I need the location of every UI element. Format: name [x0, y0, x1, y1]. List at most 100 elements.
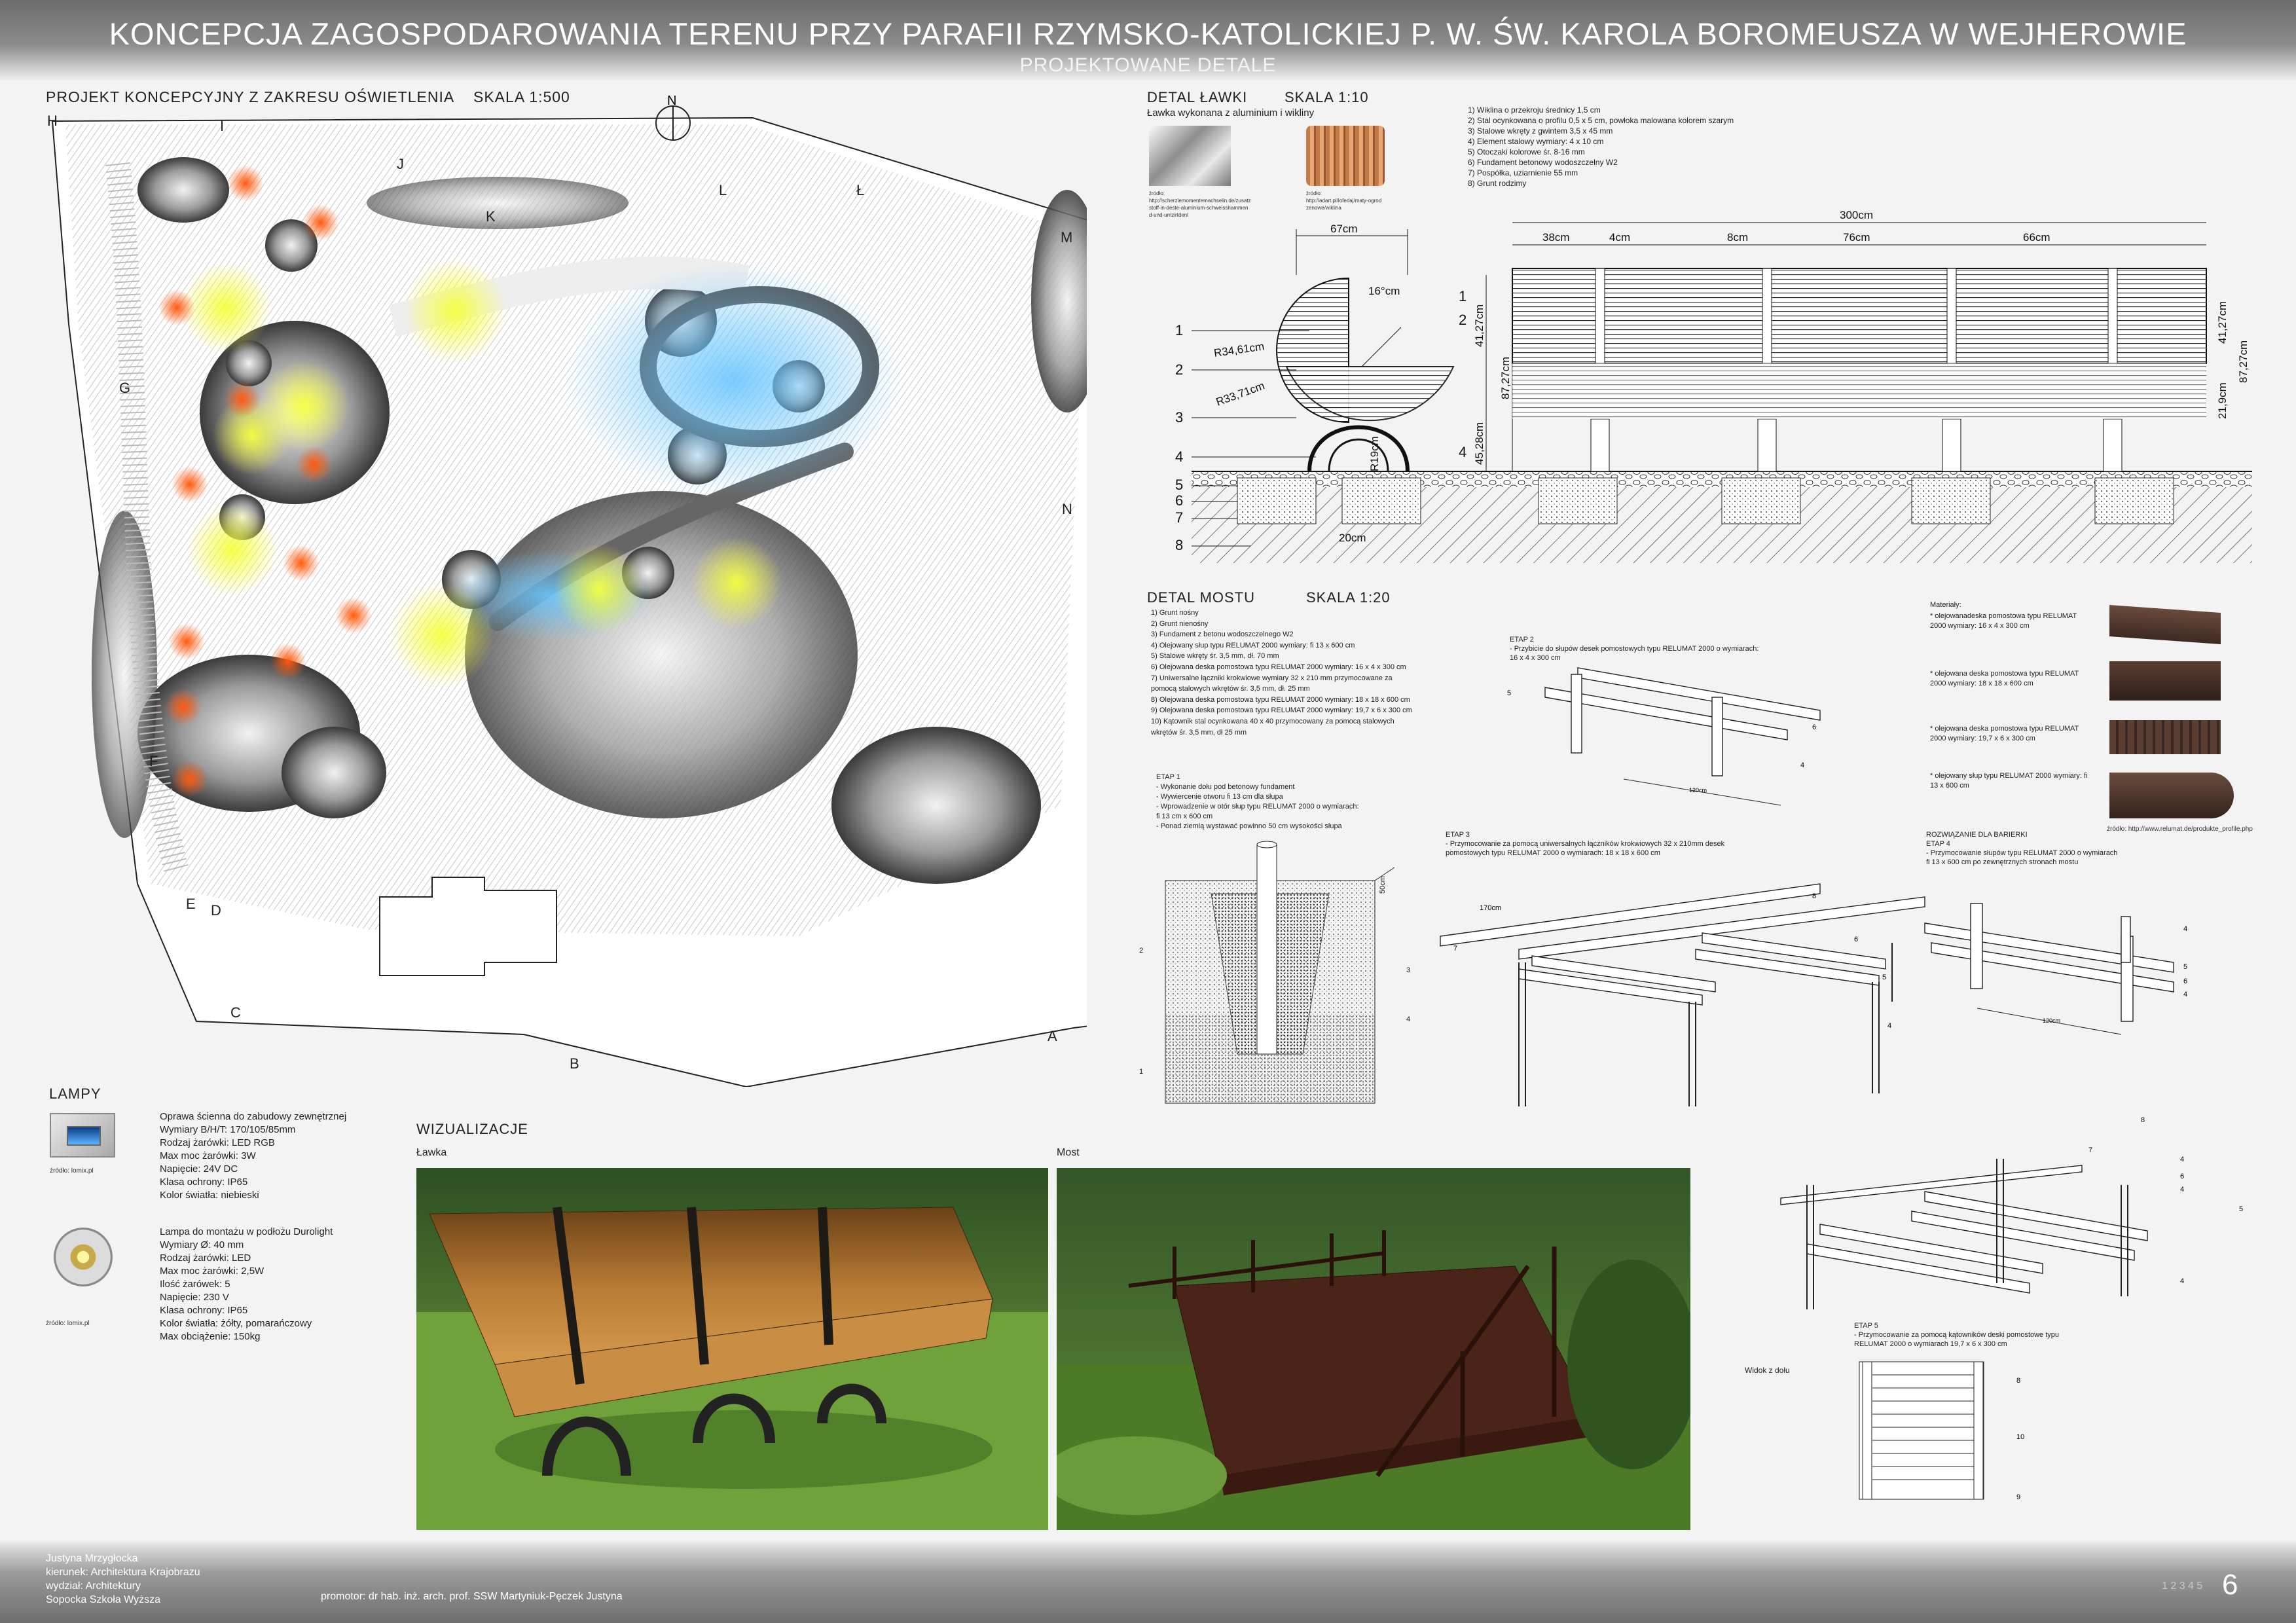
footer-banner: Justyna Mrzygłocka kierunek: Architektur… [0, 1540, 2296, 1623]
wall-lamp-image [50, 1113, 115, 1158]
lamp1-source: źródło: lomix.pl [50, 1167, 94, 1175]
bridge-callout: 4 [1406, 1015, 1410, 1023]
blue-light-icon [67, 1126, 101, 1146]
bench-viz-label: Ławka [416, 1147, 447, 1158]
bridge-callout: 9 [2016, 1493, 2020, 1501]
bridge-callout: 6 [1812, 723, 1816, 731]
bridge-callout: 3 [1406, 966, 1410, 974]
lamp-spec: Napięcie: 230 V [160, 1292, 229, 1303]
north-label: N [667, 94, 676, 108]
lamp-spec: Max moc żarówki: 2,5W [160, 1266, 264, 1277]
bridge-callout: 4 [1800, 761, 1804, 769]
dim-label: 87,27cm [1499, 357, 1512, 399]
bridge-callout: 10 [2016, 1433, 2024, 1441]
bench-note: 3) Stalowe wkręty z gwintem 3,5 x 45 mm [1468, 126, 1613, 136]
bridge-callout: 4 [2180, 1186, 2184, 1194]
bench-visualization-image [416, 1168, 1048, 1530]
bench-technical-drawing: 67cm 16°cm R34,61cm R33,71cm 41,27cm 87,… [1175, 209, 2252, 563]
plan-letter-b: B [570, 1055, 579, 1072]
bench-callout-3: 3 [1175, 409, 1183, 426]
bench-callout-2: 2 [1459, 312, 1467, 328]
bridge-callout: 1 [1139, 1068, 1143, 1076]
dim-label: 20cm [1339, 532, 1366, 544]
bridge-callout: 5 [1882, 974, 1886, 981]
lamp-spec: Ilość żarówek: 5 [160, 1279, 230, 1290]
bench-note: 7) Pospółka, uziarnienie 55 mm [1468, 168, 1578, 177]
bench-callout-7: 7 [1175, 509, 1183, 526]
dim-label: R33,71cm [1214, 379, 1266, 408]
dim-label: 41,27cm [1473, 304, 1485, 347]
ground-lamp-image [54, 1228, 113, 1286]
plan-letter-m: M [1061, 229, 1072, 246]
title-banner: KONCEPCJA ZAGOSPODAROWANIA TERENU PRZY P… [0, 0, 2296, 82]
bridge-callout: 6 [1854, 936, 1858, 943]
bridge-callout: 6 [2183, 977, 2187, 985]
wicker-sample-image [1306, 126, 1385, 186]
bench-detail-title: DETAL ŁAWKI [1147, 89, 1248, 105]
dim-label: 4cm [1609, 231, 1630, 244]
lamp-spec: Wymiary B/H/T: 170/105/85mm [160, 1124, 296, 1135]
bridge-callout: 4 [2183, 991, 2187, 998]
lamps-title: LAMPY [49, 1085, 101, 1102]
bench-notes-list: 1) Wiklina o przekroju średnicy 1,5 cm 2… [1468, 105, 1795, 189]
plan-letter-d: D [211, 902, 221, 919]
bridge-callout: 4 [2180, 1277, 2184, 1285]
bench-material-text: Ławka wykonana z aluminium i wikliny [1147, 107, 1315, 119]
page-subtitle: PROJEKTOWANE DETALE [1019, 54, 1277, 76]
bench-callout-4: 4 [1459, 444, 1467, 460]
plan-letter-j: J [397, 156, 404, 172]
plan-letter-f: F [149, 753, 158, 769]
bench-callout-1: 1 [1175, 322, 1183, 338]
material-line: * olejowanadeska pomostowa typu RELUMAT [1930, 612, 2077, 620]
bridge-callout: 5 [2183, 963, 2187, 971]
lamp-spec: Kolor światła: żółty, pomarańczowy [160, 1318, 312, 1329]
bridge-callout: 5 [2239, 1205, 2243, 1213]
bench-note: 1) Wiklina o przekroju średnicy 1,5 cm [1468, 105, 1601, 115]
dim-label: 41,27cm [2216, 301, 2229, 344]
dim-label: 16°cm [1368, 285, 1400, 297]
author-dept: wydział: Architektury [46, 1580, 141, 1592]
page-title: KONCEPCJA ZAGOSPODAROWANIA TERENU PRZY P… [109, 16, 2187, 51]
lamp2-name: Lampa do montażu w podłożu Durolight [160, 1226, 333, 1237]
dim-label: 50cm [1379, 876, 1387, 894]
plan-letter-g: G [119, 380, 130, 396]
plan-letter-n: N [1062, 501, 1072, 517]
bench-detail-scale: SKALA 1:10 [1285, 89, 1369, 105]
lighting-plan-drawing: H I J K L Ł M N G F E D C B A N [47, 94, 1087, 1087]
lamp-spec: Napięcie: 24V DC [160, 1163, 238, 1175]
bridge-visualization-image [1057, 1168, 1690, 1530]
bridge-callout: 4 [1887, 1022, 1891, 1030]
bridge-callout: 8 [2141, 1116, 2145, 1124]
lamp-spec: Wymiary Ø: 40 mm [160, 1239, 244, 1250]
lamp-spec: Rodzaj żarówki: LED RGB [160, 1137, 275, 1148]
bench-note: 8) Grunt rodzimy [1468, 179, 1527, 188]
dim-label: R34,61cm [1213, 340, 1265, 359]
visualizations-title: WIZUALIZACJE [416, 1121, 528, 1137]
bench-callout-8: 8 [1175, 537, 1183, 553]
dim-label: 8cm [1727, 231, 1748, 244]
plan-letter-h: H [47, 113, 58, 129]
bridge-detail-title: DETAL MOSTU [1147, 589, 1256, 606]
bridge-callout: 4 [2183, 925, 2187, 933]
lamp1-specs: Oprawa ścienna do zabudowy zewnętrznej W… [160, 1110, 395, 1202]
dim-label: 67cm [1330, 223, 1358, 235]
plan-letter-e: E [186, 896, 196, 912]
bridge-callout: 4 [2180, 1156, 2184, 1163]
dim-label: 38cm [1542, 231, 1570, 244]
bridge-callout: 8 [2016, 1377, 2020, 1385]
page-index[interactable]: 1 2 3 4 5 [2162, 1580, 2202, 1592]
material-line: 2000 wymiary: 16 x 4 x 300 cm [1930, 622, 2030, 630]
bridge-callout: 6 [2180, 1173, 2184, 1180]
dim-label: 76cm [1843, 231, 1870, 244]
dim-label: 21,9cm [2216, 382, 2229, 419]
lamp-spec: Max moc żarówki: 3W [160, 1150, 256, 1161]
bench-callout-1: 1 [1459, 288, 1467, 304]
bridge-callout: 8 [1812, 892, 1816, 900]
materials-title: Materiały: [1930, 601, 1961, 609]
bench-callout-6: 6 [1175, 492, 1183, 509]
plan-letter-a: A [1048, 1028, 1057, 1044]
bench-note: 5) Otoczaki kolorowe śr. 8-16 mm [1468, 147, 1585, 156]
bench-note: 4) Element stalowy wymiary: 4 x 10 cm [1468, 137, 1604, 146]
dim-label: 120cm [2043, 1017, 2060, 1024]
bridge-note: 2) Grunt nienośny [1151, 619, 1209, 628]
